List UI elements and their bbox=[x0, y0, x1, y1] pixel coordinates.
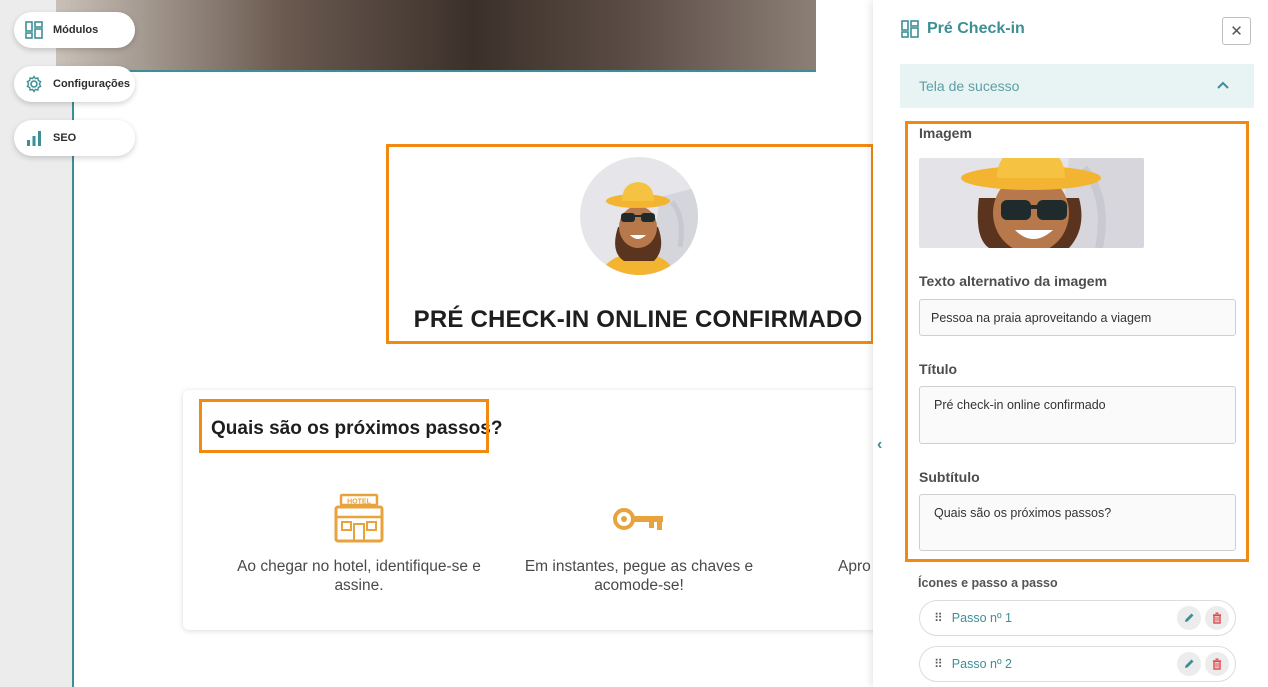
nav-modules-label: Módulos bbox=[53, 24, 99, 36]
nav-seo-label: SEO bbox=[53, 132, 77, 144]
edit-step-button[interactable] bbox=[1177, 606, 1201, 630]
modules-grid-icon bbox=[901, 20, 919, 38]
nav-modules-button[interactable]: Módulos bbox=[14, 12, 135, 48]
form-highlight-frame bbox=[905, 121, 1249, 562]
panel-header: Pré Check-in bbox=[901, 20, 1025, 38]
close-icon: ✕ bbox=[1230, 23, 1243, 40]
chevron-up-icon bbox=[1217, 81, 1229, 89]
step-list-item[interactable]: ⠿ Passo nº 2 bbox=[919, 646, 1236, 682]
hotel-sign-text: HOTEL bbox=[347, 499, 371, 506]
success-highlight-frame bbox=[386, 144, 874, 344]
app-root: PRÉ CHECK-IN ONLINE CONFIRMADO Quais são… bbox=[0, 0, 1268, 687]
edit-step-button[interactable] bbox=[1177, 652, 1201, 676]
step-item-label: Passo nº 2 bbox=[951, 657, 1012, 671]
trash-icon bbox=[1213, 612, 1221, 624]
nav-seo-button[interactable]: SEO bbox=[14, 120, 135, 156]
trash-icon bbox=[1213, 658, 1221, 670]
nav-settings-button[interactable]: Configurações bbox=[14, 66, 135, 102]
panel-title: Pré Check-in bbox=[927, 20, 1025, 37]
pencil-icon bbox=[1185, 659, 1194, 668]
steps-title-highlight-frame bbox=[199, 399, 489, 453]
drag-handle-icon[interactable]: ⠿ bbox=[934, 611, 943, 625]
hotel-icon: HOTEL bbox=[334, 493, 384, 548]
key-icon bbox=[613, 505, 665, 538]
modules-grid-icon bbox=[25, 21, 43, 39]
icons-steps-label: Ícones e passo a passo bbox=[918, 576, 1058, 590]
pencil-icon bbox=[1185, 613, 1194, 622]
nav-settings-label: Configurações bbox=[53, 78, 131, 90]
delete-step-button[interactable] bbox=[1205, 652, 1229, 676]
close-panel-button[interactable]: ✕ bbox=[1222, 17, 1251, 45]
hero-banner-image bbox=[56, 0, 816, 72]
gear-icon bbox=[26, 75, 42, 93]
step-description: Em instantes, pegue as chaves e acomode-… bbox=[524, 558, 754, 594]
step-description: Apro bbox=[838, 558, 871, 575]
drag-handle-icon[interactable]: ⠿ bbox=[934, 657, 943, 671]
step-description: Ao chegar no hotel, identifique-se e ass… bbox=[237, 558, 481, 594]
step-list-item[interactable]: ⠿ Passo nº 1 bbox=[919, 600, 1236, 636]
accordion-label: Tela de sucesso bbox=[919, 78, 1020, 94]
collapse-panel-chevron-icon[interactable]: ‹ bbox=[877, 436, 882, 454]
step-item-label: Passo nº 1 bbox=[951, 611, 1012, 625]
bar-chart-icon bbox=[27, 131, 41, 146]
delete-step-button[interactable] bbox=[1205, 606, 1229, 630]
accordion-success-screen[interactable]: Tela de sucesso bbox=[900, 64, 1254, 108]
